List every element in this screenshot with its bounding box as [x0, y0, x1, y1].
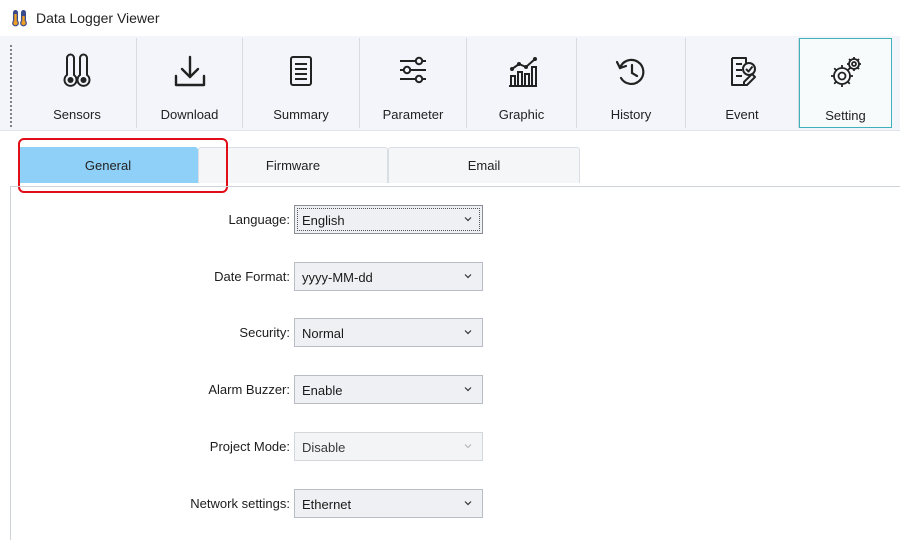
security-label: Security: — [239, 325, 290, 340]
toolbar-grip-handle[interactable] — [10, 44, 12, 128]
project-mode-label: Project Mode: — [209, 439, 290, 454]
network-settings-value: Ethernet — [302, 497, 352, 512]
toolbar-button-parameter[interactable]: Parameter — [360, 38, 467, 128]
security-value: Normal — [302, 326, 344, 341]
date-format-select[interactable]: yyyy-MM-dd — [294, 262, 483, 291]
toolbar-button-setting[interactable]: Setting — [799, 38, 892, 128]
toolbar-label: Summary — [273, 107, 329, 122]
toolbar-label: Sensors — [53, 107, 101, 122]
project-mode-select: Disable — [294, 432, 483, 461]
sliders-icon — [400, 56, 426, 84]
toolbar-button-history[interactable]: History — [577, 38, 686, 128]
settings-tabs: General Firmware Email — [0, 147, 900, 187]
tab-firmware[interactable]: Firmware — [198, 147, 388, 183]
toolbar-button-graphic[interactable]: Graphic — [467, 38, 577, 128]
date-format-label: Date Format: — [214, 269, 290, 284]
toolbar-button-summary[interactable]: Summary — [243, 38, 360, 128]
chevron-down-icon — [464, 330, 472, 335]
network-settings-label: Network settings: — [190, 496, 290, 511]
toolbar-label: Event — [725, 107, 759, 122]
thermometers-icon — [63, 53, 91, 87]
toolbar-label: History — [610, 107, 652, 122]
alarm-buzzer-label: Alarm Buzzer: — [208, 382, 290, 397]
toolbar-label: Download — [160, 107, 219, 122]
toolbar-label: Graphic — [498, 107, 545, 122]
toolbar-label: Setting — [825, 108, 866, 123]
window-title: Data Logger Viewer — [36, 10, 160, 26]
language-select[interactable]: English — [294, 205, 483, 234]
network-settings-select[interactable]: Ethernet — [294, 489, 483, 518]
chevron-down-icon — [464, 217, 472, 222]
tab-email[interactable]: Email — [388, 147, 580, 183]
history-icon — [615, 58, 645, 85]
alarm-buzzer-row: Alarm Buzzer: Enable — [0, 375, 900, 405]
network-settings-row: Network settings: Ethernet — [0, 489, 900, 519]
project-mode-value: Disable — [302, 440, 346, 455]
toolbar-button-sensors[interactable]: Sensors — [18, 38, 137, 128]
title-bar: Data Logger Viewer — [0, 0, 900, 36]
summary-list-icon — [290, 56, 312, 86]
chevron-down-icon — [464, 444, 472, 449]
event-check-icon — [731, 57, 756, 86]
alarm-buzzer-value: Enable — [302, 383, 343, 398]
thermometer-icon — [12, 10, 27, 27]
project-mode-row: Project Mode: Disable — [0, 432, 900, 462]
chart-icon — [508, 57, 537, 87]
language-value: English — [302, 213, 345, 228]
toolbar-button-download[interactable]: Download — [137, 38, 243, 128]
toolbar-label: Parameter — [382, 107, 444, 122]
language-row: Language: English — [0, 205, 900, 235]
date-format-row: Date Format: yyyy-MM-dd — [0, 262, 900, 292]
chevron-down-icon — [464, 387, 472, 392]
language-label: Language: — [228, 212, 290, 227]
download-icon — [174, 55, 205, 87]
main-toolbar: Sensors Download Summary Parameter Graph… — [0, 36, 900, 131]
security-row: Security: Normal — [0, 318, 900, 348]
tab-general[interactable]: General — [18, 147, 198, 183]
alarm-buzzer-select[interactable]: Enable — [294, 375, 483, 404]
general-settings-panel — [10, 186, 900, 540]
chevron-down-icon — [464, 274, 472, 279]
gears-icon — [830, 57, 861, 87]
security-select[interactable]: Normal — [294, 318, 483, 347]
date-format-value: yyyy-MM-dd — [302, 270, 373, 285]
chevron-down-icon — [464, 501, 472, 506]
toolbar-button-event[interactable]: Event — [686, 38, 799, 128]
